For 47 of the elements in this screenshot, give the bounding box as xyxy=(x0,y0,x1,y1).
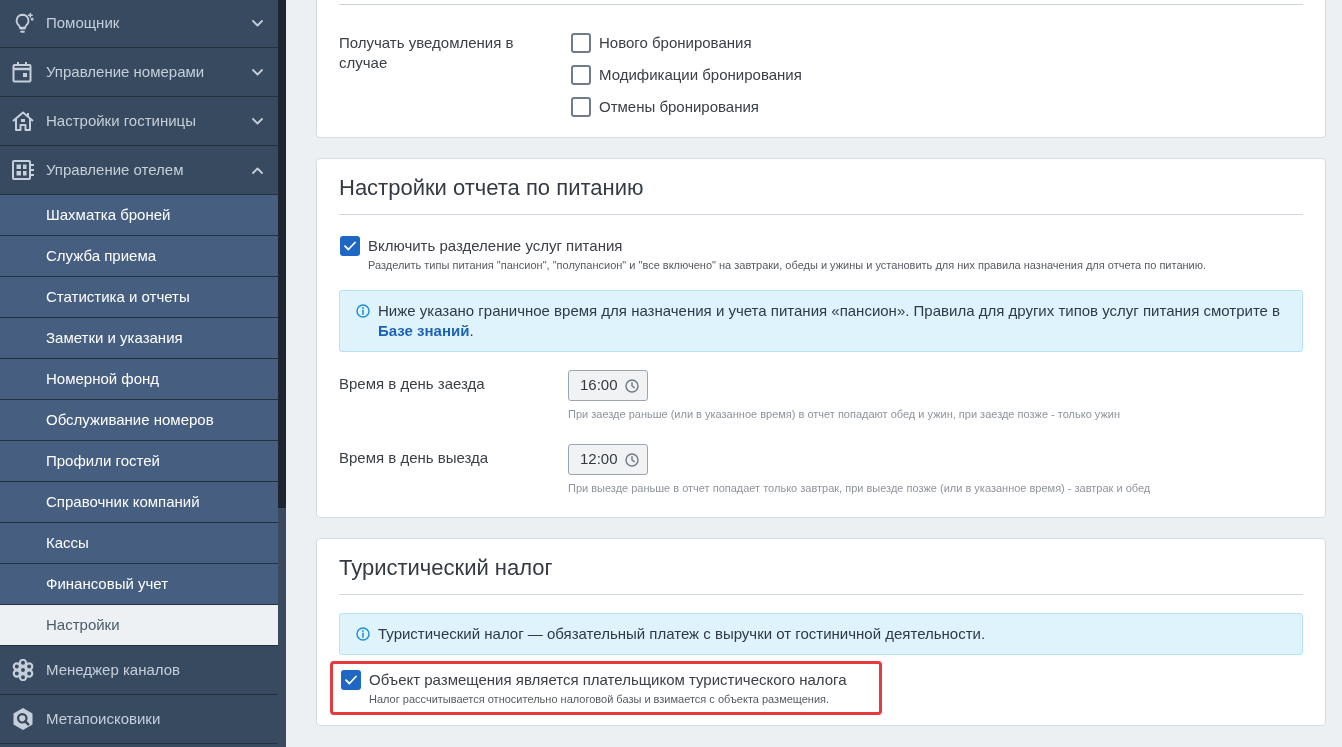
time-field[interactable]: 12:00 xyxy=(568,444,648,475)
sidebar-subitem[interactable]: Заметки и указания xyxy=(0,318,278,359)
knowledge-base-link[interactable]: Базе знаний xyxy=(378,322,470,339)
sidebar-subitem[interactable]: Шахматка броней xyxy=(0,195,278,236)
sidebar-subitem[interactable]: Справочник компаний xyxy=(0,482,278,523)
checkbox[interactable] xyxy=(571,97,591,117)
sidebar-subitem[interactable]: Финансовый учет xyxy=(0,564,278,605)
house-icon xyxy=(12,111,34,131)
checkbox-label: Включить разделение услуг питания xyxy=(368,236,624,256)
info-icon xyxy=(356,627,370,641)
sidebar-subitem[interactable]: Номерной фонд xyxy=(0,359,278,400)
clock-icon xyxy=(625,378,639,393)
sidebar-subitem[interactable]: Служба приема xyxy=(0,236,278,277)
checkbox[interactable] xyxy=(341,670,361,690)
section-title: Туристический налог xyxy=(339,554,554,582)
field-label: Время в день выезда xyxy=(339,448,490,468)
sidebar-subitem[interactable]: Настройки xyxy=(0,605,278,646)
search-icon xyxy=(12,707,34,731)
info-icon xyxy=(356,304,370,318)
info-text: Туристический налог — обязательный платеж с выручки от гостиничной деятельности. xyxy=(378,624,986,644)
checkbox-hint: Налог рассчитывается относительно налоговой базы и взимается с объекта размещения. xyxy=(369,692,831,706)
field-label: Получать уведомления в случае xyxy=(339,33,515,73)
field-hint: При заезде раньше (или в указанное время) в отчет попадают обед и ужин, при заезде позже - только ужин xyxy=(568,407,1121,421)
time-field[interactable]: 16:00 xyxy=(568,370,648,401)
checkbox[interactable] xyxy=(571,33,591,53)
network-icon xyxy=(12,659,34,681)
clock-icon xyxy=(625,452,639,467)
sidebar-subitem[interactable]: Статистика и отчеты xyxy=(0,277,278,318)
checkbox-hint: Разделить типы питания "пансион", "полупансион" и "все включено" на завтраки, обеды и ужины и установить для них правила назначения для отчета по питанию. xyxy=(368,258,1207,272)
field-hint: При выезде раньше в отчет попадает только завтрак, при выезде позже (или в указанное время) - завтрак и обед xyxy=(568,481,1151,495)
checkbox-label: Модификации бронирования xyxy=(599,65,802,85)
check-icon xyxy=(344,241,356,251)
checkbox-label: Отмены бронирования xyxy=(599,97,759,117)
sidebar-subitem[interactable]: Профили гостей xyxy=(0,441,278,482)
checkbox-label: Нового бронирования xyxy=(599,33,752,53)
scrollbar-thumb[interactable] xyxy=(278,0,286,508)
checkbox[interactable] xyxy=(571,65,591,85)
sidebar-subitem[interactable]: Обслуживание номеров xyxy=(0,400,278,441)
calendar-icon xyxy=(12,61,32,83)
section-title: Настройки отчета по питанию xyxy=(339,174,645,202)
dashboard-icon xyxy=(12,160,34,180)
info-text: Ниже указано граничное время для назначения и учета питания «пансион». Правила для других типов услуг питания смотрите в Базе знаний. xyxy=(378,301,1282,341)
checkbox[interactable] xyxy=(340,236,360,256)
sidebar-subitem[interactable]: Кассы xyxy=(0,523,278,564)
checkbox-label: Объект размещения является плательщиком туристического налога xyxy=(369,670,847,690)
field-label: Время в день заезда xyxy=(339,374,486,394)
check-icon xyxy=(345,675,357,685)
